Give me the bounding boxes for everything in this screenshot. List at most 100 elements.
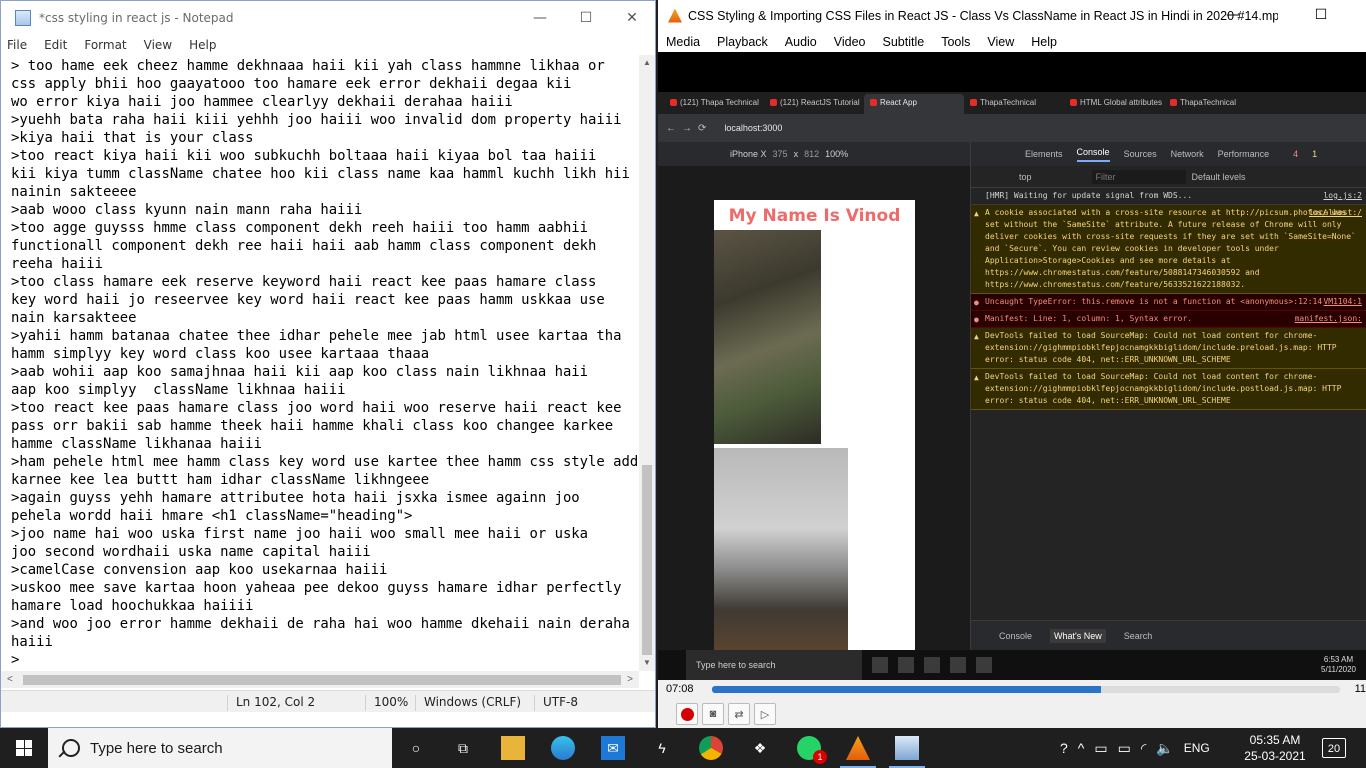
mail-icon[interactable]: ✉ [601, 736, 625, 760]
whatsapp-badge: 1 [813, 750, 827, 764]
language-indicator[interactable]: ENG [1184, 741, 1210, 755]
console-message-text: Manifest: Line: 1, column: 1, Syntax err… [985, 314, 1193, 323]
menu-tools[interactable]: Tools [941, 35, 970, 49]
devtools-tab: Console [1076, 147, 1110, 162]
maximize-icon[interactable]: ☐ [1298, 0, 1344, 32]
devtools-tab: Sources [1123, 149, 1157, 159]
notification-center[interactable]: 20 [1322, 738, 1346, 758]
task-view-icon[interactable]: ⧉ [451, 736, 475, 760]
console-message-text: Uncaught TypeError: this.remove is not a… [985, 297, 1323, 306]
browser-tab-label: React App [880, 98, 917, 107]
text-line: >too react kee paas hamare class joo wor… [11, 400, 622, 416]
notepad-text-area[interactable]: > too hame eek cheez hamme dekhnaaa haii… [1, 55, 639, 671]
minimize-icon[interactable]: — [1210, 0, 1256, 32]
menu-subtitle[interactable]: Subtitle [883, 35, 925, 49]
menu-video[interactable]: Video [834, 35, 866, 49]
cortana-icon[interactable]: ○ [404, 736, 428, 760]
help-icon[interactable]: ? [1060, 740, 1068, 756]
menu-help[interactable]: Help [1031, 35, 1057, 49]
seek-fill [712, 686, 1102, 693]
scroll-left-icon[interactable]: < [7, 671, 13, 688]
scroll-thumb[interactable] [642, 465, 652, 655]
scroll-down-icon[interactable]: ▼ [639, 655, 655, 671]
clock-date: 25-03-2021 [1244, 749, 1306, 763]
line-ending: Windows (CRLF) [415, 695, 521, 711]
tab-favicon-icon [870, 99, 877, 106]
console-message-source: manifest.json: [1294, 314, 1362, 323]
taskbar-search[interactable]: Type here to search [48, 728, 392, 768]
volume-icon[interactable]: 🔈 [1156, 740, 1173, 757]
menu-media[interactable]: Media [666, 35, 700, 49]
text-line: joo second wordhaii uska name capital ha… [11, 544, 371, 560]
video-taskbar-icon [924, 657, 940, 673]
error-icon: ● [974, 298, 979, 307]
photo-mountain [714, 448, 848, 650]
hscroll-thumb[interactable] [23, 675, 621, 685]
text-line: hamm simplyy key word class koo usee kar… [11, 346, 430, 362]
vlc-seekbar[interactable]: 07:08 11 [658, 680, 1366, 700]
vlc-taskbar-icon[interactable] [846, 736, 870, 760]
menu-help[interactable]: Help [189, 38, 216, 52]
video-taskbar-icon [898, 657, 914, 673]
menu-audio[interactable]: Audio [785, 35, 817, 49]
whatsapp-icon[interactable]: 1 [797, 736, 827, 764]
menu-playback[interactable]: Playback [717, 35, 768, 49]
wifi-icon[interactable]: ◜ [1141, 740, 1146, 757]
device-name: iPhone X [730, 149, 767, 159]
menu-file[interactable]: File [7, 38, 27, 52]
meet-now-icon[interactable]: ▭ [1094, 740, 1107, 757]
text-line: css apply bhii hoo gaayatooo too hamare … [11, 76, 572, 92]
pen-app-icon[interactable]: ϟ [650, 736, 674, 760]
horizontal-scrollbar[interactable]: < > [1, 671, 639, 688]
chevron-up-icon[interactable]: ^ [1078, 740, 1085, 756]
menu-edit[interactable]: Edit [44, 38, 67, 52]
text-line: >yuehh bata raha haii kiii yehhh joo hai… [11, 112, 622, 128]
record-button[interactable] [676, 703, 698, 725]
menu-view[interactable]: View [987, 35, 1014, 49]
devtools-warn-count: 1 [1312, 149, 1318, 159]
total-time: 11 [1354, 683, 1366, 695]
notepad-titlebar[interactable]: *css styling in react js - Notepad — ☐ ✕ [1, 1, 655, 35]
devtools-tabs: Elements Console Sources Network Performance… [971, 142, 1366, 166]
notepad-taskbar-icon[interactable] [895, 736, 919, 760]
console-message-source: localhost:/ [1309, 208, 1362, 217]
console-levels: Default levels [1191, 171, 1246, 182]
console-message-source: VM1104:1 [1323, 297, 1362, 306]
video-surface[interactable]: (121) Thapa Technical (121) ReactJS Tutor… [658, 52, 1366, 680]
seek-track[interactable] [712, 686, 1340, 693]
video-browser-screen: (121) Thapa Technical (121) ReactJS Tutor… [658, 92, 1366, 650]
taskbar-clock[interactable]: 05:35 AM 25-03-2021 [1240, 732, 1310, 764]
start-button[interactable] [0, 728, 48, 768]
snapshot-button[interactable]: ◙ [702, 703, 724, 725]
maximize-icon[interactable]: ☐ [563, 1, 609, 35]
text-line: kii kiya tumm className chatee hoo kii c… [11, 166, 630, 182]
drawer-tab: What's New [1050, 628, 1106, 643]
menu-format[interactable]: Format [84, 38, 126, 52]
minimize-icon[interactable]: — [517, 1, 563, 35]
devtools-tab: Performance [1217, 149, 1270, 159]
notepad-app-icon [15, 10, 31, 26]
dropbox-icon[interactable]: ❖ [748, 736, 772, 760]
file-explorer-icon[interactable] [501, 736, 525, 760]
drawer-tab: Search [1123, 630, 1153, 641]
edge-icon[interactable] [551, 736, 575, 760]
vlc-cone-icon [668, 8, 682, 23]
text-line: > [11, 652, 20, 668]
frame-step-button[interactable]: ▷ [754, 703, 776, 725]
battery-icon[interactable]: ▭ [1118, 740, 1131, 757]
scroll-right-icon[interactable]: > [627, 671, 633, 688]
loop-button[interactable]: ⇄ [728, 703, 750, 725]
vlc-titlebar[interactable]: CSS Styling & Importing CSS Files in Rea… [658, 0, 1366, 31]
chrome-icon[interactable] [699, 736, 723, 760]
taskbar-search-placeholder: Type here to search [90, 739, 223, 757]
scroll-up-icon[interactable]: ▲ [639, 55, 655, 71]
close-icon[interactable]: ✕ [609, 1, 655, 35]
vertical-scrollbar[interactable]: ▲ ▼ [639, 55, 655, 671]
text-line: >kiya haii that is your class [11, 130, 254, 146]
page-heading: My Name Is Vinod [728, 206, 901, 226]
menu-view[interactable]: View [144, 38, 172, 52]
text-line: wo error kiya haii joo hammee clearlyy d… [11, 94, 513, 110]
vlc-controls: ◙ ⇄ ▷ [658, 700, 1366, 728]
browser-tab-label: (121) Thapa Technical [680, 98, 759, 107]
video-taskbar: Type here to search 6:53 AM 5/11/2020 [658, 650, 1366, 680]
